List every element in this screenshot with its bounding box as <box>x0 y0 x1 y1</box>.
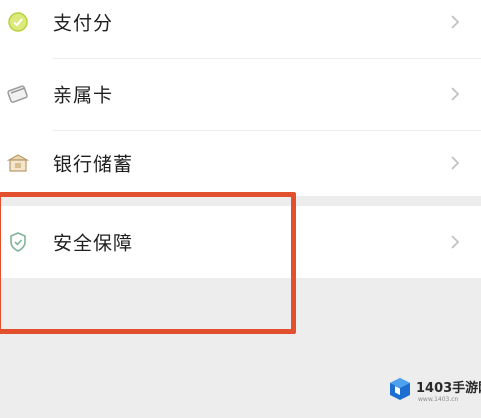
menu-item-payscore[interactable]: 支付分 <box>0 0 481 52</box>
watermark-url: www.1403.cn <box>418 396 459 403</box>
watermark-logo-icon <box>388 376 412 402</box>
menu-item-label: 亲属卡 <box>53 84 114 107</box>
highlight-annotation-box <box>0 192 296 334</box>
divider <box>53 130 481 131</box>
chevron-right-icon <box>449 85 461 103</box>
payscore-icon <box>6 10 30 34</box>
watermark: 1403手游网 www.1403.cn <box>388 374 481 412</box>
menu-item-bank-savings[interactable]: 银行储蓄 <box>0 133 481 193</box>
settings-page: 支付分 亲属卡 银行储蓄 安全保障 1403手游 www.1403.cn <box>0 0 481 418</box>
menu-item-label: 支付分 <box>53 12 114 35</box>
watermark-brand: 1403手游网 <box>416 381 481 396</box>
bank-savings-icon <box>6 151 30 175</box>
menu-item-family-card[interactable]: 亲属卡 <box>0 64 481 124</box>
services-group: 支付分 亲属卡 银行储蓄 <box>0 0 481 196</box>
chevron-right-icon <box>449 154 461 172</box>
chevron-right-icon <box>449 233 461 251</box>
divider <box>53 58 481 59</box>
family-card-icon <box>6 82 30 106</box>
chevron-right-icon <box>449 13 461 31</box>
menu-item-label: 银行储蓄 <box>53 153 134 176</box>
